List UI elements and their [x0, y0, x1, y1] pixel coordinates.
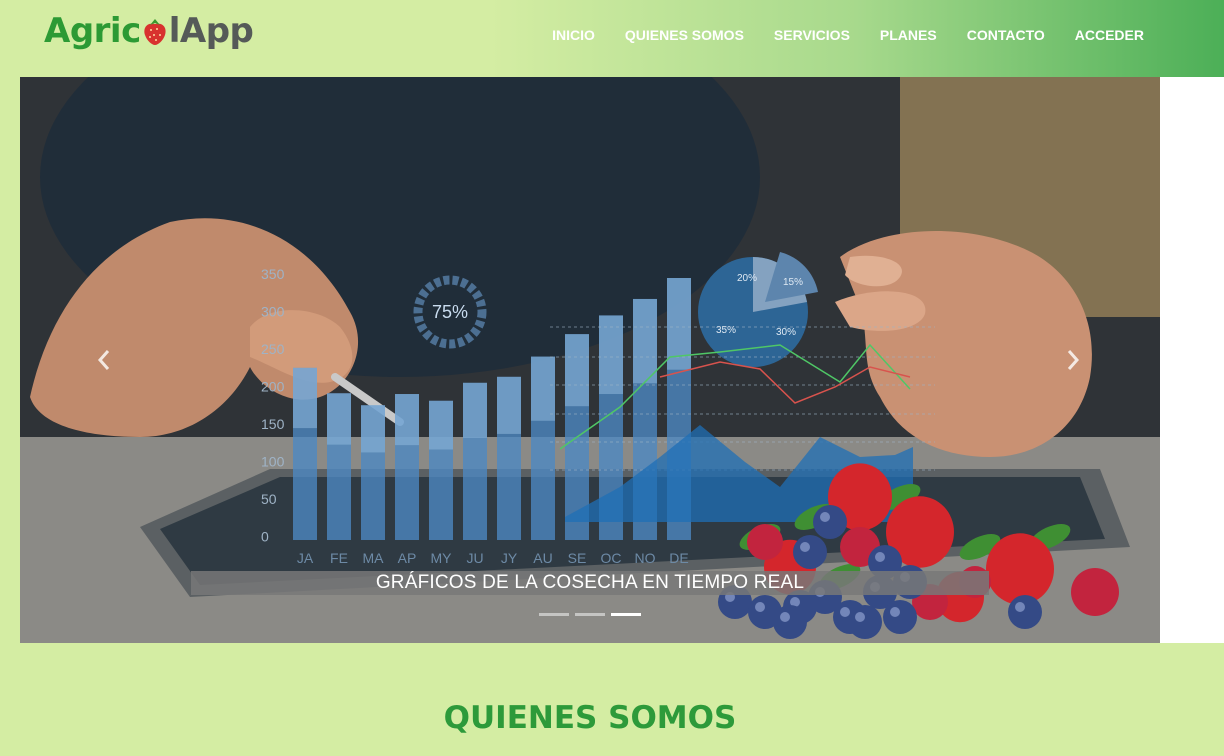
overlay-bar-top: [429, 400, 453, 450]
blueberry-shape: [1008, 595, 1042, 629]
month-label: JY: [501, 550, 518, 566]
blueberry-highlight: [800, 542, 810, 552]
page-right-margin: [1160, 77, 1224, 643]
menu-item-quienes-somos: QUIENES SOMOS: [625, 27, 744, 45]
raspberry-shape: [1071, 568, 1119, 616]
menu-item-inicio: INICIO: [552, 27, 595, 45]
nav-link-servicios[interactable]: SERVICIOS: [774, 27, 850, 43]
overlay-bar-top: [463, 382, 487, 438]
blueberry-highlight: [855, 612, 865, 622]
chevron-left-icon: [97, 350, 110, 370]
nav-link-contacto[interactable]: CONTACTO: [967, 27, 1045, 43]
carousel-indicator[interactable]: [539, 613, 569, 616]
menu-item-servicios: SERVICIOS: [774, 27, 850, 45]
strawberry-shape: [986, 533, 1054, 605]
y-tick-label: 0: [261, 529, 269, 545]
overlay-bar-top: [531, 356, 555, 421]
carousel-indicator[interactable]: [611, 613, 641, 616]
y-tick-label: 50: [261, 491, 277, 507]
blueberry-shape: [773, 605, 807, 639]
blueberry-shape: [883, 600, 917, 634]
menu-item-contacto: CONTACTO: [967, 27, 1045, 45]
blueberry-highlight: [820, 512, 830, 522]
nav-link-inicio[interactable]: INICIO: [552, 27, 595, 43]
carousel-prev-button[interactable]: [89, 345, 119, 375]
month-label: MA: [363, 550, 385, 566]
blueberry-highlight: [755, 602, 765, 612]
carousel-slide-image: 350 300 250 200 150 100 50 0 JA FE MA AP MY JU JY AU SE O…: [20, 77, 1160, 643]
nav-link-acceder[interactable]: ACCEDER: [1075, 27, 1144, 43]
month-label: OC: [601, 550, 622, 566]
blueberry-shape: [793, 535, 827, 569]
y-tick-label: 200: [261, 379, 285, 395]
month-label: NO: [635, 550, 656, 566]
overlay-bar-top: [327, 393, 351, 445]
month-label: AU: [533, 550, 552, 566]
carousel-caption-text: GRÁFICOS DE LA COSECHA EN TIEMPO REAL: [375, 572, 805, 593]
month-label: JA: [297, 550, 314, 566]
menu-item-acceder: ACCEDER: [1075, 27, 1144, 45]
overlay-bar-top: [361, 405, 385, 453]
hero-carousel: 350 300 250 200 150 100 50 0 JA FE MA AP MY JU JY AU SE O…: [20, 77, 1160, 643]
month-label: SE: [568, 550, 587, 566]
month-label: FE: [330, 550, 348, 566]
y-tick-label: 100: [261, 454, 285, 470]
agricolapp-logo[interactable]: Agric lApp: [44, 10, 254, 52]
logo-text-agric: Agric: [44, 11, 141, 51]
month-label: DE: [669, 550, 688, 566]
blueberry-highlight: [840, 607, 850, 617]
overlay-pie-label: 20%: [737, 273, 757, 284]
carousel-indicator[interactable]: [575, 613, 605, 616]
overlay-bar-top: [293, 367, 317, 429]
overlay-pie-label: 30%: [776, 327, 796, 338]
y-tick-label: 300: [261, 304, 285, 320]
y-tick-label: 350: [261, 266, 285, 282]
blueberry-highlight: [1015, 602, 1025, 612]
y-tick-label: 150: [261, 416, 285, 432]
section-title-quienes-somos: QUIENES SOMOS: [443, 700, 737, 736]
y-tick-label: 250: [261, 341, 285, 357]
overlay-pie-label: 15%: [783, 277, 803, 288]
blueberry-highlight: [890, 607, 900, 617]
overlay-bar-top: [565, 334, 589, 407]
month-label: JU: [466, 550, 483, 566]
overlay-bar-top: [497, 376, 521, 434]
month-label: MY: [431, 550, 453, 566]
blueberry-shape: [848, 605, 882, 639]
chevron-right-icon: [1067, 350, 1080, 370]
blueberry-shape: [813, 505, 847, 539]
blueberry-highlight: [780, 612, 790, 622]
menu-item-planes: PLANES: [880, 27, 937, 45]
carousel-next-button[interactable]: [1058, 345, 1088, 375]
main-menu: INICIO QUIENES SOMOS SERVICIOS PLANES CO…: [522, 0, 1144, 72]
nav-link-planes[interactable]: PLANES: [880, 27, 937, 43]
blueberry-highlight: [875, 552, 885, 562]
top-navbar: Agric lApp INICIO QUIENES SOMOS SERVICIO…: [0, 0, 1224, 77]
strawberry-icon: [144, 19, 166, 45]
nav-link-quienes-somos[interactable]: QUIENES SOMOS: [625, 27, 744, 43]
overlay-bar-top: [633, 298, 657, 384]
month-label: AP: [398, 550, 417, 566]
overlay-bar-top: [395, 394, 419, 446]
carousel-indicators: [539, 613, 647, 616]
logo-text-lapp: lApp: [168, 11, 254, 51]
raspberry-shape: [747, 524, 783, 560]
carousel-caption: GRÁFICOS DE LA COSECHA EN TIEMPO REAL: [191, 571, 989, 595]
overlay-gauge-label: 75%: [432, 302, 468, 322]
